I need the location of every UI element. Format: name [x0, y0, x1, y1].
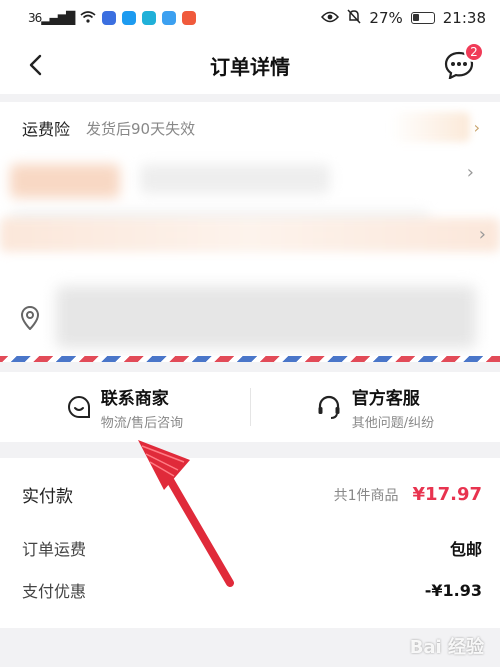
paid-amount-row: 实付款 共1件商品 ¥17.97 [22, 482, 482, 507]
order-info-card: 运费险 发货后90天失效 › › › [0, 102, 500, 358]
address-row[interactable] [0, 272, 500, 358]
paid-total: ¥17.97 [412, 484, 482, 505]
message-button[interactable]: 2 [442, 42, 484, 82]
eye-icon [321, 9, 340, 27]
page-title: 订单详情 [210, 54, 290, 79]
battery-icon [410, 12, 435, 24]
search-app-icon [142, 11, 157, 25]
battery-percent: 27% [369, 9, 403, 27]
payment-discount-value: -¥1.93 [424, 580, 482, 600]
blurred-content [0, 218, 500, 252]
shipping-fee-row: 订单运费 包邮 [22, 536, 482, 560]
blurred-content [390, 112, 470, 142]
payment-card: 实付款 共1件商品 ¥17.97 订单运费 包邮 支付优惠 -¥1.93 [0, 458, 500, 628]
headset-icon [318, 395, 340, 419]
watermark: Bai 经验 [409, 637, 484, 658]
cloud-app-icon [122, 11, 137, 25]
insurance-note: 发货后90天失效 [86, 119, 196, 138]
signal-icon: 36▂▄▆█ [28, 11, 75, 25]
airmail-divider [0, 356, 500, 362]
item-count: 共1件商品 [333, 487, 399, 504]
contact-merchant-label: 联系商家 [100, 388, 169, 409]
contact-row: 联系商家 物流/售后咨询 官方客服 其他问题/纠纷 [0, 372, 500, 442]
nav-header: 订单详情 2 [0, 36, 500, 94]
mute-bell-icon [347, 8, 361, 28]
shipping-fee-label: 订单运费 [22, 540, 87, 559]
insurance-label: 运费险 [22, 120, 71, 139]
blurred-address [56, 286, 476, 348]
official-service-sub: 其他问题/纠纷 [351, 415, 435, 431]
clock: 21:38 [442, 9, 486, 27]
blurred-content [140, 164, 330, 194]
app-icon [102, 11, 117, 25]
cloud-app-icon [162, 11, 177, 25]
wifi-icon [80, 9, 96, 27]
official-service-label: 官方客服 [351, 388, 420, 409]
app-icon [182, 11, 197, 25]
shipping-insurance-row[interactable]: 运费险 发货后90天失效 › [0, 102, 500, 154]
chevron-right-icon[interactable]: › [479, 224, 486, 245]
paid-label: 实付款 [22, 487, 73, 507]
payment-discount-row: 支付优惠 -¥1.93 [22, 578, 482, 602]
smile-chat-icon [67, 395, 90, 418]
message-count-badge: 2 [464, 42, 484, 62]
red-arrow-annotation [138, 440, 234, 587]
chevron-right-icon: › [473, 118, 480, 137]
chevron-left-icon [29, 54, 42, 76]
shipping-fee-value: 包邮 [449, 540, 482, 559]
location-pin-icon [20, 305, 40, 334]
payment-discount-label: 支付优惠 [22, 582, 87, 601]
blurred-content [10, 164, 120, 198]
official-service-button[interactable]: 官方客服 其他问题/纠纷 [250, 372, 500, 442]
back-button[interactable] [18, 48, 52, 82]
chevron-right-icon[interactable]: › [467, 162, 474, 183]
status-bar: 36▂▄▆█ 27% 21:38 [0, 0, 500, 36]
